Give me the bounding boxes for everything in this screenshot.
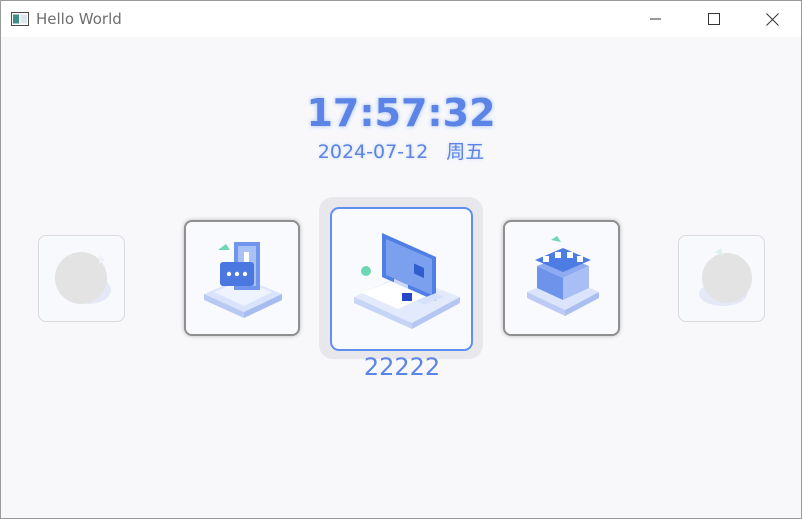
minimize-button[interactable] [627, 1, 685, 37]
app-window: Hello World 17:57:32 2024-07-12 周五 22222 [0, 0, 802, 519]
maximize-button[interactable] [685, 1, 743, 37]
clock-date: 2024-07-12 [317, 141, 429, 163]
carousel-item-right[interactable] [503, 220, 620, 336]
carousel-item-far-right[interactable] [678, 235, 765, 322]
close-icon [765, 12, 779, 26]
maximize-icon [708, 13, 720, 25]
carousel-item-selected[interactable] [330, 207, 473, 351]
store-front-icon [527, 236, 599, 316]
circle-placeholder-icon [699, 248, 752, 306]
minimize-icon [650, 18, 661, 20]
circle-placeholder-icon [55, 252, 111, 304]
carousel-item-left[interactable] [184, 220, 300, 336]
computer-desk-icon [354, 233, 460, 329]
clock-date-row: 2024-07-12 周五 [1, 137, 801, 164]
window-title: Hello World [36, 10, 122, 28]
title-bar[interactable]: Hello World [1, 1, 801, 37]
selected-item-label: 22222 [363, 353, 441, 381]
carousel-item-far-left[interactable] [38, 235, 125, 322]
clock-weekday: 周五 [446, 141, 485, 163]
close-button[interactable] [743, 1, 801, 37]
security-login-icon [204, 242, 282, 318]
app-icon [11, 12, 29, 26]
clock-time: 17:57:32 [306, 91, 496, 135]
